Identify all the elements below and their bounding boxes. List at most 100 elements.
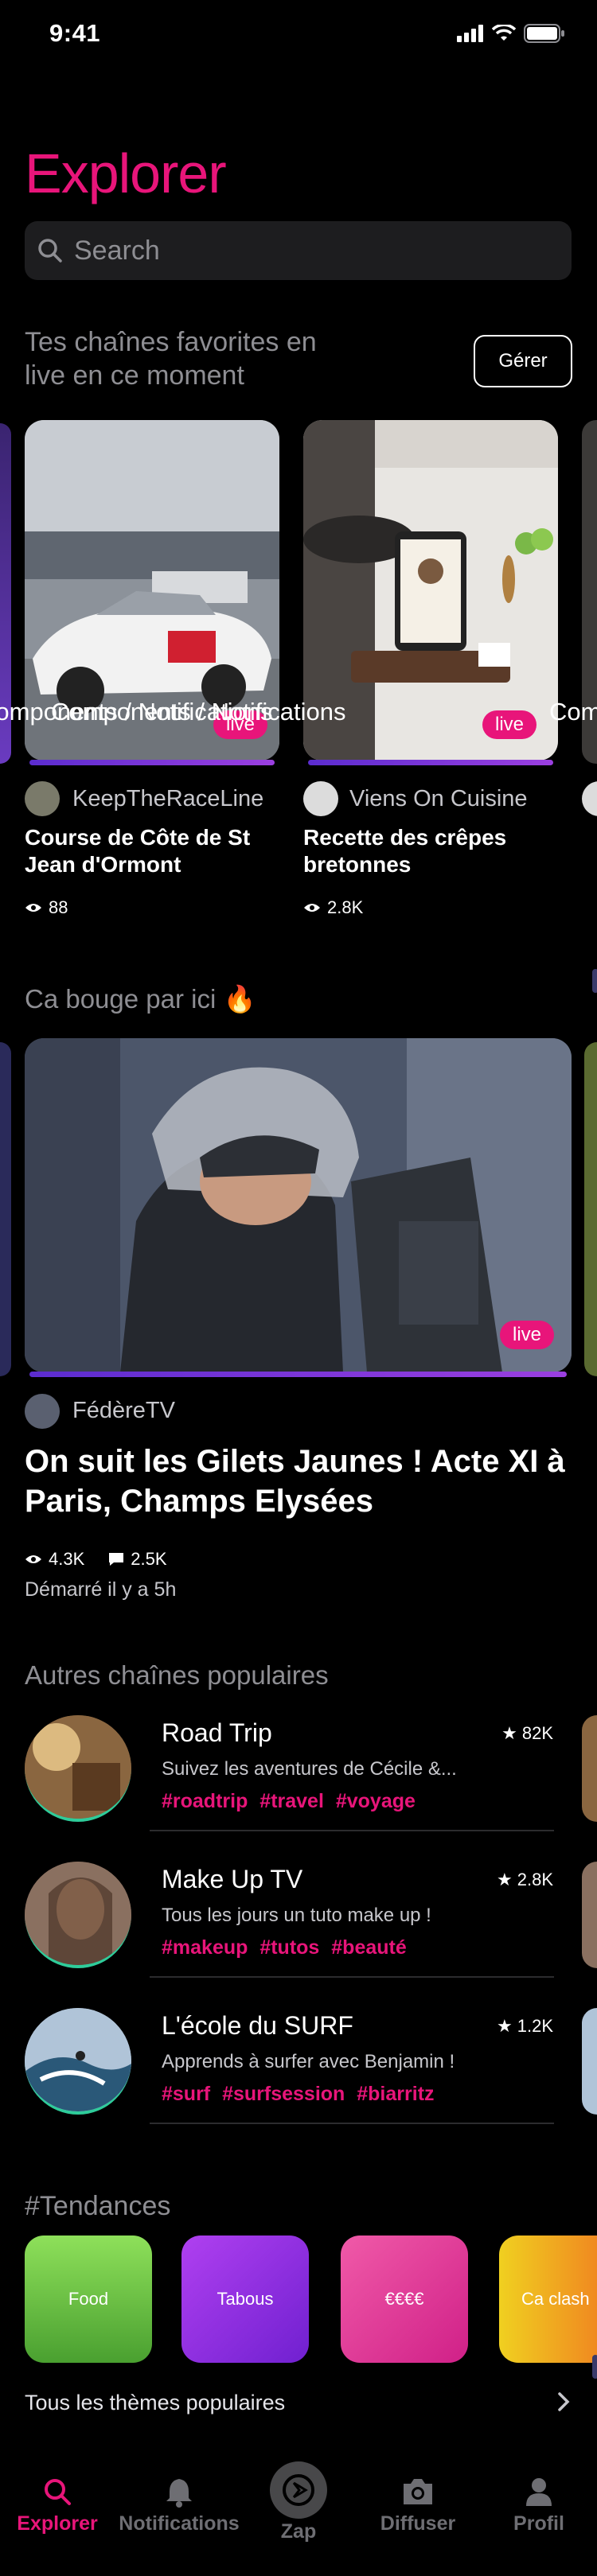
partial-avatar [582, 1862, 597, 1968]
search-icon [45, 2479, 71, 2505]
surf-image [25, 2008, 131, 2111]
channel-description: Apprends à surfer avec Benjamin ! [162, 2051, 455, 2072]
channel-description: Tous les jours un tuto make up ! [162, 1905, 431, 1926]
favorites-heading: Tes chaînes favorites en live en ce mome… [25, 327, 317, 391]
battery-icon [524, 24, 564, 43]
channel-tags[interactable]: #makeup #tutos #beauté [162, 1936, 407, 1959]
signal-icon [457, 25, 483, 42]
comment-icon [109, 1553, 124, 1566]
card-title[interactable]: Recette des crêpes bretonnes [303, 824, 558, 878]
trend-money[interactable]: €€€€ [341, 2236, 468, 2363]
channel-title[interactable]: Make Up TV [162, 1865, 302, 1894]
card-bar [29, 1372, 567, 1377]
comments-value: 2.5K [131, 1549, 167, 1569]
star-value: 2.8K [517, 1870, 553, 1889]
trending-card[interactable] [25, 1038, 572, 1372]
search-placeholder: Search [74, 235, 160, 266]
avatar [303, 781, 338, 816]
popular-heading: Autres chaînes populaires [25, 1660, 329, 1690]
views-value: 2.8K [327, 897, 364, 917]
tab-label: Profil [513, 2512, 564, 2535]
avatar [25, 1394, 60, 1429]
channel-name[interactable]: KeepTheRaceLine [72, 786, 263, 812]
channel-name[interactable]: Viens On Cuisine [349, 786, 528, 812]
views-count: 2.8K [303, 897, 363, 918]
camera-icon [404, 2479, 432, 2504]
views-count: 88 [25, 897, 68, 918]
trending-stats: 4.3K 2.5K [25, 1549, 167, 1570]
channel-tags[interactable]: #surf #surfsession #biarritz [162, 2083, 435, 2106]
views-value: 88 [49, 897, 68, 917]
scroll-indicator [592, 2355, 597, 2379]
partial-card-right[interactable] [584, 1042, 597, 1376]
chevron-right-icon[interactable] [557, 2391, 570, 2412]
trend-clash[interactable]: Ca clash [499, 2236, 597, 2363]
overflow-label-center: Components / Notifications [51, 698, 346, 726]
tab-zap[interactable]: Zap [263, 2461, 334, 2543]
divider [150, 1830, 554, 1831]
partial-avatar [582, 2008, 597, 2115]
channel-tags[interactable]: #roadtrip #travel #voyage [162, 1790, 416, 1813]
bell-icon [166, 2479, 192, 2508]
search-input[interactable]: Search [25, 221, 572, 280]
star-value: 1.2K [517, 2016, 553, 2036]
trending-title[interactable]: On suit les Gilets Jaunes ! Acte XI à Pa… [25, 1442, 566, 1521]
star-count: ★ 82K [501, 1723, 553, 1744]
tab-label: Explorer [17, 2512, 98, 2535]
wifi-icon [492, 25, 516, 41]
tab-label: Diffuser [380, 2512, 456, 2535]
all-themes-link[interactable]: Tous les thèmes populaires [25, 2391, 285, 2415]
divider [150, 2123, 554, 2124]
star-count: ★ 1.2K [497, 2016, 553, 2037]
avatar[interactable] [25, 1862, 131, 1968]
avatar [25, 781, 60, 816]
search-icon [38, 239, 62, 263]
started-time: Démarré il y a 5h [25, 1578, 177, 1601]
card-bar [308, 760, 553, 765]
live-badge: live [500, 1321, 555, 1349]
eye-icon [25, 1555, 41, 1563]
channel-description: Suivez les aventures de Cécile &... [162, 1758, 457, 1780]
eye-icon [25, 904, 41, 912]
manage-button[interactable]: Gérer [474, 335, 572, 387]
tab-explorer[interactable]: Explorer [17, 2476, 98, 2535]
star-icon: ★ [501, 1723, 517, 1743]
divider [150, 1976, 554, 1978]
makeup-image [25, 1862, 131, 1965]
channel-title[interactable]: Road Trip [162, 1718, 272, 1748]
star-icon: ★ [497, 2016, 513, 2036]
views-count: 4.3K [25, 1549, 84, 1570]
tab-diffuser[interactable]: Diffuser [366, 2476, 470, 2535]
eye-icon [304, 904, 320, 912]
trend-food[interactable]: Food [25, 2236, 152, 2363]
partial-card-left[interactable] [0, 1042, 11, 1376]
star-count: ★ 2.8K [497, 1870, 553, 1890]
channel-title[interactable]: L'école du SURF [162, 2011, 353, 2041]
card-title[interactable]: Course de Côte de St Jean d'Ormont [25, 824, 279, 878]
tab-label: Notifications [119, 2512, 240, 2535]
views-value: 4.3K [49, 1549, 85, 1569]
status-icons [457, 24, 565, 43]
page-title: Explorer [25, 142, 227, 204]
zap-icon [283, 2474, 314, 2506]
protest-image [25, 1038, 572, 1372]
trend-tabous[interactable]: Tabous [181, 2236, 309, 2363]
overflow-label-right: Components / Notifications [549, 698, 597, 726]
avatar[interactable] [25, 1715, 131, 1822]
scroll-indicator [592, 969, 597, 993]
tab-label: Zap [280, 2520, 317, 2543]
star-icon: ★ [497, 1870, 513, 1889]
road-trip-image [25, 1715, 131, 1819]
star-value: 82K [521, 1723, 553, 1743]
comments-count: 2.5K [108, 1549, 167, 1570]
trending-heading: Ca bouge par ici 🔥 [25, 984, 256, 1014]
channel-name[interactable]: FédèreTV [72, 1398, 175, 1424]
tab-profil[interactable]: Profil [495, 2476, 583, 2535]
trends-heading: #Tendances [25, 2191, 171, 2221]
avatar[interactable] [25, 2008, 131, 2115]
partial-avatar [582, 1715, 597, 1822]
avatar [582, 781, 597, 816]
status-time: 9:41 [49, 19, 101, 47]
tab-notifications[interactable]: Notifications [111, 2476, 247, 2535]
card-bar [29, 760, 275, 765]
